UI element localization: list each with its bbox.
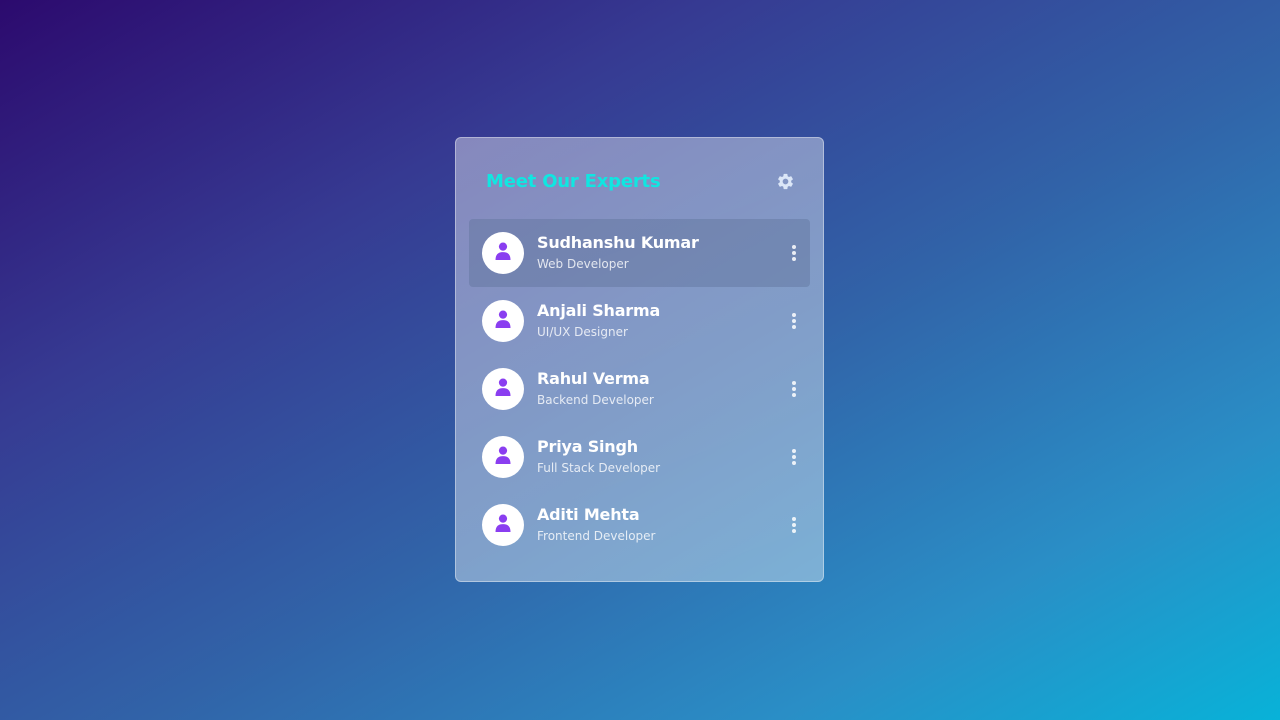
expert-name: Rahul Verma <box>537 369 650 388</box>
more-vertical-icon[interactable] <box>787 515 801 535</box>
experts-list: Sudhanshu Kumar Web Developer Anjali Sha… <box>469 219 810 559</box>
avatar <box>482 436 524 478</box>
expert-name: Sudhanshu Kumar <box>537 233 699 252</box>
user-icon <box>495 242 511 264</box>
gear-icon[interactable] <box>775 171 795 191</box>
expert-name: Anjali Sharma <box>537 301 661 320</box>
more-vertical-icon[interactable] <box>787 379 801 399</box>
list-item-expert[interactable]: Priya Singh Full Stack Developer <box>469 423 810 491</box>
expert-role: Web Developer <box>537 257 629 271</box>
expert-info: Priya Singh Full Stack Developer <box>537 437 660 477</box>
more-vertical-icon[interactable] <box>787 447 801 467</box>
list-item-expert[interactable]: Rahul Verma Backend Developer <box>469 355 810 423</box>
avatar <box>482 300 524 342</box>
expert-role: Full Stack Developer <box>537 461 661 475</box>
expert-role: Backend Developer <box>537 393 654 407</box>
list-item-expert[interactable]: Sudhanshu Kumar Web Developer <box>469 219 810 287</box>
user-icon <box>495 310 511 332</box>
experts-card: Meet Our Experts Sudhanshu Kumar Web Dev… <box>455 137 824 582</box>
expert-role: UI/UX Designer <box>537 325 628 339</box>
list-item-expert[interactable]: Anjali Sharma UI/UX Designer <box>469 287 810 355</box>
more-vertical-icon[interactable] <box>787 311 801 331</box>
more-vertical-icon[interactable] <box>787 243 801 263</box>
user-icon <box>495 446 511 468</box>
user-icon <box>495 514 511 536</box>
avatar <box>482 504 524 546</box>
user-icon <box>495 378 511 400</box>
expert-info: Sudhanshu Kumar Web Developer <box>537 233 699 273</box>
expert-name: Priya Singh <box>537 437 638 456</box>
expert-info: Anjali Sharma UI/UX Designer <box>537 301 660 341</box>
expert-info: Rahul Verma Backend Developer <box>537 369 654 409</box>
expert-name: Aditi Mehta <box>537 505 640 524</box>
avatar <box>482 232 524 274</box>
avatar <box>482 368 524 410</box>
expert-info: Aditi Mehta Frontend Developer <box>537 505 656 545</box>
expert-role: Frontend Developer <box>537 529 656 543</box>
card-header: Meet Our Experts <box>486 166 795 196</box>
card-title: Meet Our Experts <box>486 170 661 192</box>
list-item-expert[interactable]: Aditi Mehta Frontend Developer <box>469 491 810 559</box>
